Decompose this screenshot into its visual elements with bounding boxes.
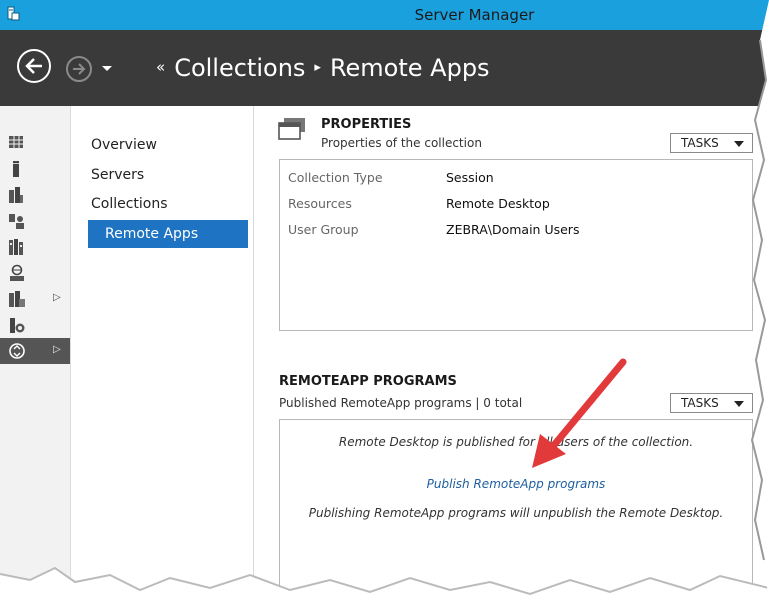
prop-value-collection-type: Session <box>446 170 494 185</box>
expand-arrow-icon[interactable]: ▷ <box>53 344 61 355</box>
tasks-label: TASKS <box>681 136 719 150</box>
remoteapp-status-message: Remote Desktop is published for all user… <box>338 435 694 449</box>
rail-item-ad-ds[interactable] <box>0 208 70 234</box>
prop-label-user-group: User Group <box>288 222 359 237</box>
rail-item-iis[interactable] <box>0 260 70 286</box>
prop-label-resources: Resources <box>288 196 352 211</box>
wsus-icon <box>10 318 25 333</box>
back-button[interactable] <box>17 49 51 83</box>
remoteapp-panel: Remote Desktop is published for all user… <box>279 419 753 604</box>
tasks-dropdown-icon <box>734 141 744 147</box>
remoteapp-tasks-button[interactable]: TASKS <box>670 393 753 413</box>
main-content: PROPERTIES Properties of the collection … <box>254 106 769 604</box>
breadcrumb-separator-icon: ▸ <box>314 59 321 75</box>
remoteapp-warning-message: Publishing RemoteApp programs will unpub… <box>308 506 724 520</box>
subnav-item-servers[interactable]: Servers <box>91 167 144 183</box>
tasks-dropdown-icon <box>734 401 744 407</box>
annotation-arrow-icon <box>532 358 627 468</box>
breadcrumb-lead-icon[interactable]: « <box>156 58 165 76</box>
prop-value-resources: Remote Desktop <box>446 196 550 211</box>
forward-button[interactable] <box>66 56 92 82</box>
breadcrumb: « Collections ▸ Remote Apps <box>156 54 490 82</box>
rail-item-wsus[interactable] <box>0 312 70 338</box>
rail-item-rds[interactable]: ▷ <box>0 286 70 312</box>
properties-panel: Collection Type Session Resources Remote… <box>279 159 753 331</box>
ad-ds-icon <box>9 214 24 229</box>
dashboard-icon <box>9 136 23 148</box>
rail-item-dashboard[interactable] <box>0 130 70 156</box>
window-title: Server Manager <box>414 6 535 24</box>
subnav-item-overview[interactable]: Overview <box>91 137 157 153</box>
properties-subtitle: Properties of the collection <box>321 136 482 150</box>
navigation-header: « Collections ▸ Remote Apps <box>0 30 769 106</box>
rail-item-all-servers[interactable] <box>0 182 70 208</box>
secondary-nav: Overview Servers Collections Remote Apps <box>71 106 254 604</box>
local-server-icon <box>13 161 19 177</box>
iis-icon <box>10 264 24 281</box>
prop-value-user-group: ZEBRA\Domain Users <box>446 222 580 237</box>
back-arrow-icon <box>25 58 42 74</box>
file-storage-icon <box>9 239 23 255</box>
title-bar: Server Manager <box>0 0 769 30</box>
remote-desktop-icon <box>9 343 25 359</box>
rail-item-local-server[interactable] <box>0 156 70 182</box>
rail-item-remote-desktop[interactable]: ▷ <box>0 338 70 364</box>
tasks-label: TASKS <box>681 396 719 410</box>
remoteapp-subtitle: Published RemoteApp programs | 0 total <box>279 396 523 410</box>
properties-title: PROPERTIES <box>321 117 412 132</box>
forward-arrow-icon <box>73 63 86 75</box>
rail-item-file-storage[interactable] <box>0 234 70 260</box>
subnav-item-remote-apps[interactable]: Remote Apps <box>88 220 248 248</box>
icon-rail: ▷ ▷ <box>0 106 71 604</box>
properties-tasks-button[interactable]: TASKS <box>670 133 753 153</box>
history-dropdown-icon[interactable] <box>98 58 116 78</box>
subnav-item-collections[interactable]: Collections <box>91 196 168 212</box>
prop-label-collection-type: Collection Type <box>288 170 383 185</box>
publish-remoteapp-link[interactable]: Publish RemoteApp programs <box>280 477 752 491</box>
remoteapp-title: REMOTEAPP PROGRAMS <box>279 374 457 389</box>
expand-arrow-icon[interactable]: ▷ <box>53 292 61 303</box>
rds-icon <box>9 291 25 307</box>
all-servers-icon <box>9 187 23 203</box>
properties-icon <box>278 118 305 140</box>
server-manager-window: Server Manager « Collections ▸ Remote Ap… <box>0 0 769 604</box>
breadcrumb-collections[interactable]: Collections <box>174 54 305 82</box>
breadcrumb-remote-apps: Remote Apps <box>329 54 490 82</box>
